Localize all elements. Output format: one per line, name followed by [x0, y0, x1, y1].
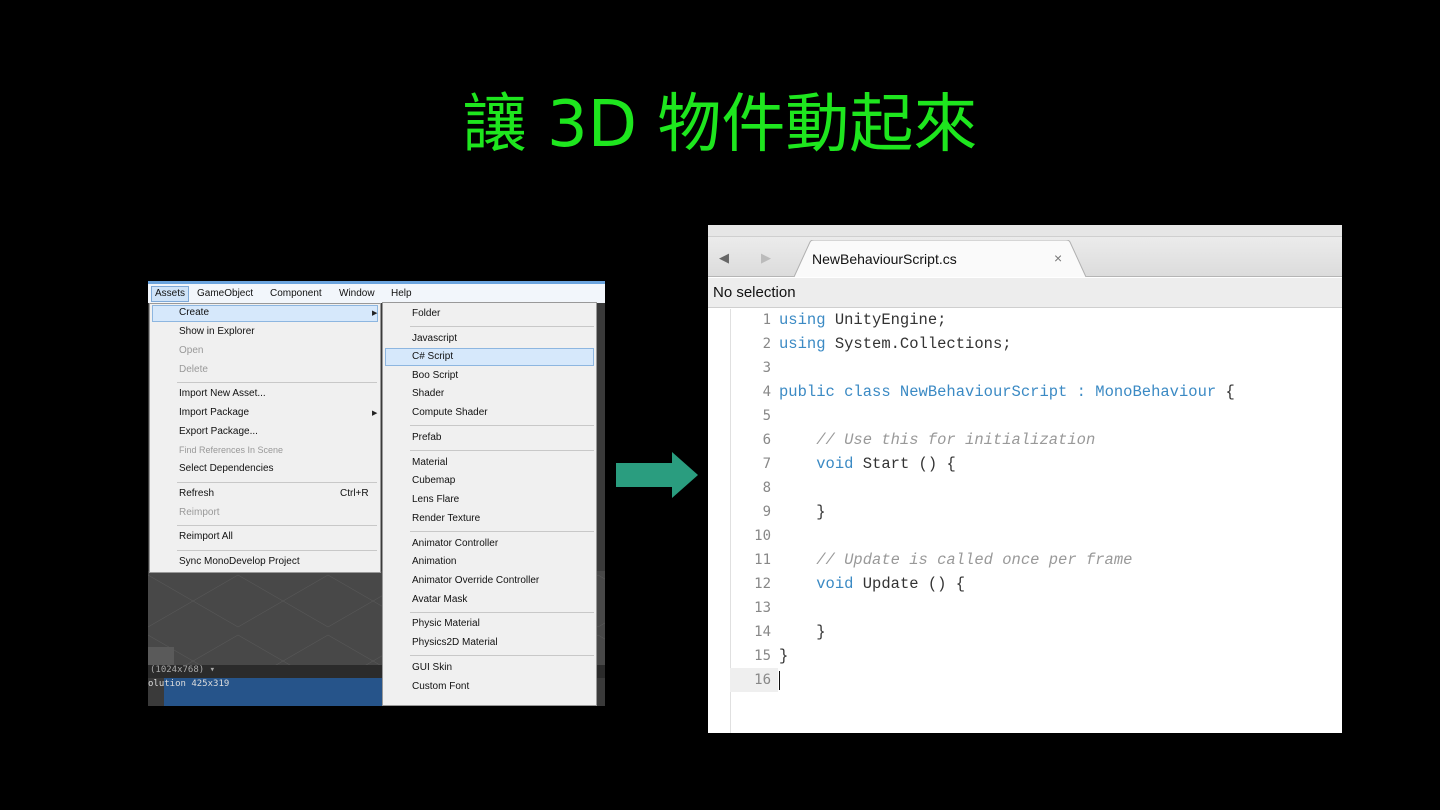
nav-back-icon[interactable]: ◀	[719, 250, 729, 266]
create-item-custom-font[interactable]: Custom Font	[412, 681, 469, 692]
menu-assets[interactable]: Assets	[151, 286, 190, 302]
code-line: void Update () {	[816, 575, 966, 593]
code-line: void Start () {	[816, 455, 956, 473]
create-item-cubemap[interactable]: Cubemap	[412, 475, 455, 486]
code-line: }	[779, 623, 826, 641]
menu-separator	[177, 525, 377, 526]
line-number: 11	[754, 552, 771, 568]
assets-menu: Create ▶ Show in Explorer Open Delete Im…	[149, 303, 381, 573]
code-comment: // Use this for initialization	[779, 431, 1096, 449]
line-number: 9	[762, 504, 771, 520]
editor-tab-bar: ◀ ▶ NewBehaviourScript.cs ×	[708, 225, 1342, 277]
menu-item-delete: Delete	[179, 364, 208, 375]
menu-item-sync-monodevelop[interactable]: Sync MonoDevelop Project	[179, 556, 300, 567]
code-line: }	[779, 647, 789, 665]
line-number: 2	[762, 336, 771, 352]
line-number: 7	[762, 456, 771, 472]
menu-gameobject[interactable]: GameObject	[197, 288, 253, 299]
menu-separator	[410, 655, 594, 656]
resolution-readout: olution 425x319	[148, 679, 230, 689]
menu-separator	[410, 425, 594, 426]
create-item-csharp-script[interactable]: C# Script	[412, 351, 453, 362]
line-number: 16	[754, 672, 771, 688]
submenu-arrow-icon: ▶	[372, 310, 378, 317]
menu-item-refresh[interactable]: Refresh	[179, 488, 214, 499]
menu-separator	[410, 612, 594, 613]
code-area[interactable]	[708, 309, 1342, 733]
code-line: public class NewBehaviourScript : MonoBe…	[779, 383, 1235, 401]
create-item-render-texture[interactable]: Render Texture	[412, 513, 480, 524]
line-number: 12	[754, 576, 771, 592]
close-icon[interactable]: ×	[1054, 250, 1062, 266]
menu-separator	[177, 382, 377, 383]
game-tab[interactable]	[148, 647, 174, 665]
create-item-avatar-mask[interactable]: Avatar Mask	[412, 594, 467, 605]
menu-item-reimport: Reimport	[179, 507, 220, 518]
create-item-boo-script[interactable]: Boo Script	[412, 370, 458, 381]
line-number: 5	[762, 408, 771, 424]
create-submenu: Folder Javascript C# Script Boo Script S…	[382, 302, 597, 706]
line-number: 14	[754, 624, 771, 640]
menu-bar: Assets GameObject Component Window Help	[148, 281, 605, 303]
text-caret	[779, 671, 780, 690]
menu-item-import-package[interactable]: Import Package	[179, 407, 249, 418]
menu-separator	[410, 326, 594, 327]
line-number: 10	[754, 528, 771, 544]
create-item-compute-shader[interactable]: Compute Shader	[412, 407, 488, 418]
selection-label: No selection	[713, 284, 796, 301]
line-number: 13	[754, 600, 771, 616]
create-item-gui-skin[interactable]: GUI Skin	[412, 662, 452, 673]
menu-item-reimport-all[interactable]: Reimport All	[179, 531, 233, 542]
code-line: using System.Collections;	[779, 335, 1012, 353]
line-number: 8	[762, 480, 771, 496]
create-item-lens-flare[interactable]: Lens Flare	[412, 494, 459, 505]
menu-window[interactable]: Window	[339, 288, 375, 299]
right-arrow-icon	[616, 452, 698, 498]
menu-item-show-in-explorer[interactable]: Show in Explorer	[179, 326, 255, 337]
create-item-material[interactable]: Material	[412, 457, 448, 468]
resolution-dropdown[interactable]: (1024x768) ▾	[150, 665, 215, 675]
menu-item-import-new-asset[interactable]: Import New Asset...	[179, 388, 266, 399]
create-item-prefab[interactable]: Prefab	[412, 432, 441, 443]
create-item-physics2d-material[interactable]: Physics2D Material	[412, 637, 498, 648]
code-line: using UnityEngine;	[779, 311, 947, 329]
menu-separator	[177, 550, 377, 551]
menu-separator	[410, 450, 594, 451]
menu-item-select-dependencies[interactable]: Select Dependencies	[179, 463, 274, 474]
menu-separator	[410, 531, 594, 532]
refresh-shortcut: Ctrl+R	[340, 488, 369, 499]
menu-item-find-references: Find References In Scene	[179, 445, 284, 455]
line-number: 1	[762, 312, 771, 328]
line-number: 6	[762, 432, 771, 448]
menu-item-export-package[interactable]: Export Package...	[179, 426, 258, 437]
menu-help[interactable]: Help	[391, 288, 412, 299]
create-item-animator-override-controller[interactable]: Animator Override Controller	[412, 575, 539, 586]
create-item-animation[interactable]: Animation	[412, 556, 456, 567]
create-item-physic-material[interactable]: Physic Material	[412, 618, 480, 629]
menu-component[interactable]: Component	[270, 288, 322, 299]
code-editor-screenshot: ◀ ▶ NewBehaviourScript.cs × No selection…	[708, 225, 1342, 733]
menu-separator	[177, 482, 377, 483]
unity-menu-screenshot: (1024x768) ▾ olution 425x319 Assets Game…	[148, 281, 605, 706]
create-item-folder[interactable]: Folder	[412, 308, 440, 319]
create-item-animator-controller[interactable]: Animator Controller	[412, 538, 498, 549]
create-item-javascript[interactable]: Javascript	[412, 333, 457, 344]
create-item-shader[interactable]: Shader	[412, 388, 444, 399]
line-number: 15	[754, 648, 771, 664]
menu-item-open: Open	[179, 345, 204, 356]
menu-item-create[interactable]: Create	[179, 307, 209, 318]
selection-bar: No selection	[708, 278, 1342, 308]
code-comment: // Update is called once per frame	[779, 551, 1133, 569]
file-tab-label: NewBehaviourScript.cs	[812, 251, 957, 267]
line-number: 4	[762, 384, 771, 400]
code-line: }	[779, 503, 826, 521]
slide-title: 讓 3D 物件動起來	[462, 88, 978, 162]
nav-forward-icon[interactable]: ▶	[761, 250, 771, 266]
line-number: 3	[762, 360, 771, 376]
submenu-arrow-icon: ▶	[372, 410, 378, 417]
